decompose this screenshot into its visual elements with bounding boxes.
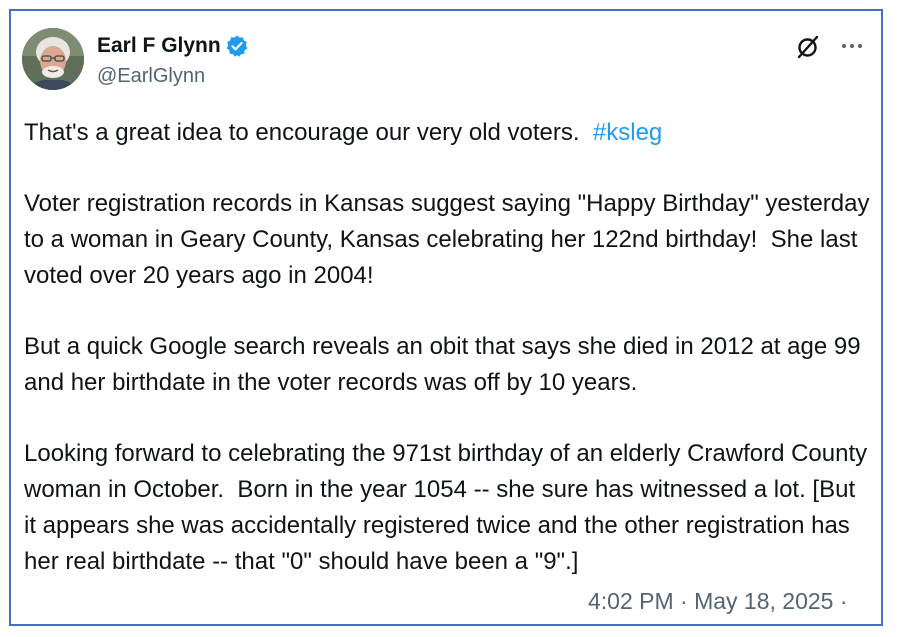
tweet-paragraph: That's a great idea to encourage our ver… bbox=[24, 115, 871, 151]
tweet-paragraph: But a quick Google search reveals an obi… bbox=[24, 333, 868, 396]
tweet-header: Earl F Glynn @EarlGlynn bbox=[22, 28, 871, 92]
tweet-paragraph: Voter registration records in Kansas sug… bbox=[24, 190, 877, 289]
avatar[interactable] bbox=[22, 28, 84, 90]
author-handle[interactable]: @EarlGlynn bbox=[97, 64, 205, 88]
hashtag-link[interactable]: #ksleg bbox=[593, 119, 662, 146]
grok-icon[interactable] bbox=[795, 34, 821, 60]
tweet-timestamp[interactable]: 4:02 PM · May 18, 2025 · bbox=[588, 583, 848, 619]
verified-badge-icon bbox=[225, 34, 249, 58]
tweet-paragraph: Looking forward to celebrating the 971st… bbox=[24, 440, 874, 575]
avatar-photo bbox=[22, 28, 84, 90]
author-display-name[interactable]: Earl F Glynn bbox=[97, 33, 221, 59]
tweet-paragraph-text: That's a great idea to encourage our ver… bbox=[24, 119, 593, 146]
more-options-icon[interactable] bbox=[839, 33, 865, 59]
tweet-card: Earl F Glynn @EarlGlynn That's a great i… bbox=[9, 9, 883, 626]
tweet-text: That's a great idea to encourage our ver… bbox=[24, 115, 871, 580]
